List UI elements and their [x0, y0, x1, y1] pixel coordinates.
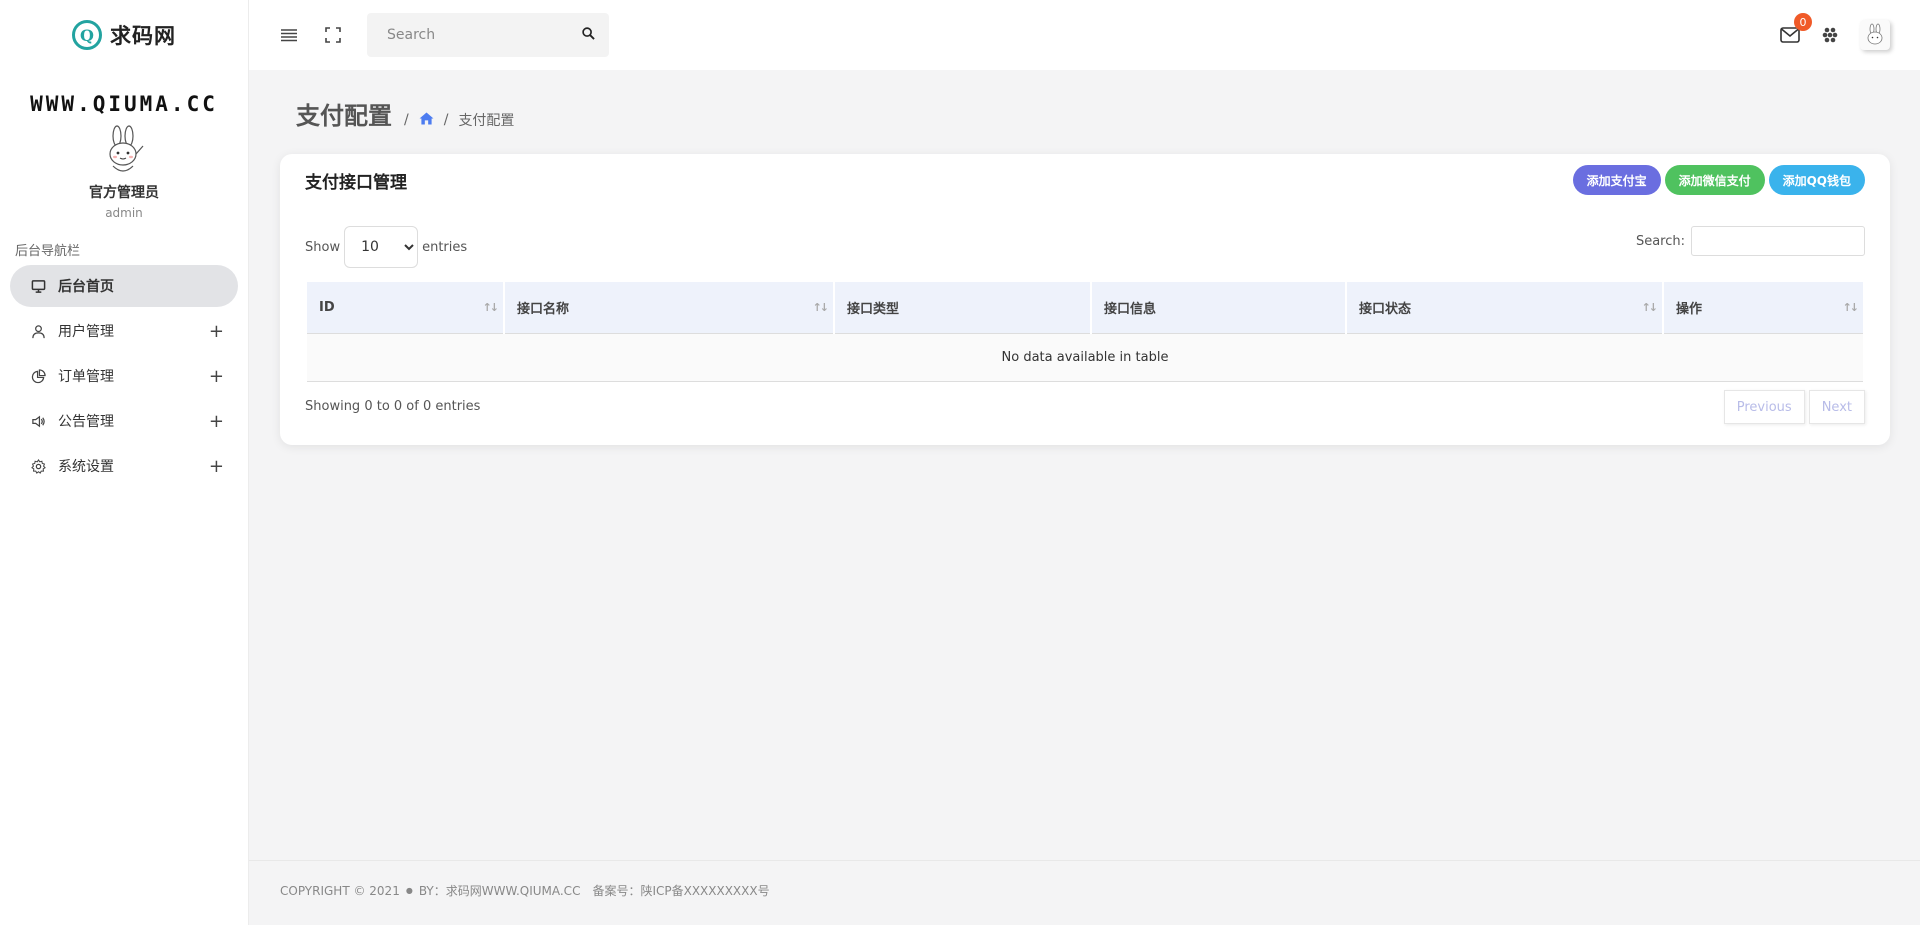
logo-text: 求码网	[110, 24, 176, 48]
gear-icon	[30, 458, 46, 474]
table-info: Showing 0 to 0 of 0 entries	[305, 399, 481, 414]
page-title: 支付配置	[296, 102, 392, 130]
monitor-icon	[30, 278, 46, 294]
next-page-button[interactable]: Next	[1808, 390, 1865, 424]
user-icon	[30, 323, 46, 339]
sidebar-item-announcements[interactable]: 公告管理 +	[10, 400, 238, 442]
fullscreen-icon[interactable]	[323, 25, 343, 45]
plus-icon[interactable]: +	[209, 456, 224, 477]
footer: COPYRIGHT © 2021 ● BY：求码网WWW.QIUMA.CC 备案…	[249, 860, 1920, 920]
search-input[interactable]	[387, 27, 582, 43]
entries-select[interactable]: 10	[344, 226, 419, 268]
add-wechat-pay-button[interactable]: 添加微信支付	[1664, 165, 1765, 195]
empty-table-message: No data available in table	[307, 334, 1863, 382]
column-header-name[interactable]: 接口名称 ↑↓	[505, 282, 833, 334]
mail-icon[interactable]: 0	[1780, 13, 1812, 45]
plus-icon[interactable]: +	[209, 366, 224, 387]
topbar-right: 0	[1780, 0, 1890, 70]
search-icon[interactable]	[582, 26, 595, 44]
add-qq-wallet-button[interactable]: 添加QQ钱包	[1768, 165, 1865, 195]
breadcrumb-separator: /	[404, 112, 409, 128]
speaker-icon	[30, 413, 46, 429]
table-row: No data available in table	[307, 334, 1863, 382]
column-header-type: 接口类型	[835, 282, 1090, 334]
page-header: 支付配置 / / 支付配置	[296, 96, 514, 131]
breadcrumb-current: 支付配置	[458, 113, 515, 129]
mail-badge: 0	[1794, 13, 1812, 31]
profile-avatar-icon	[98, 124, 150, 176]
sidebar-item-orders[interactable]: 订单管理 +	[10, 355, 238, 397]
logo-icon: Q	[72, 20, 102, 50]
card-title: 支付接口管理	[305, 173, 407, 193]
length-entries-label: entries	[422, 239, 468, 255]
column-header-id[interactable]: ID ↑↓	[307, 282, 503, 334]
column-header-actions[interactable]: 操作 ↑↓	[1664, 282, 1863, 334]
sidebar-item-home[interactable]: 后台首页	[10, 265, 238, 307]
home-icon[interactable]	[419, 111, 434, 129]
footer-copyright: COPYRIGHT © 2021	[280, 883, 400, 898]
table-search-input[interactable]	[1691, 226, 1865, 256]
table-search-label: Search:	[1635, 233, 1685, 249]
sidebar-item-label: 系统设置	[58, 459, 114, 475]
profile-role: admin	[105, 206, 143, 220]
footer-by[interactable]: BY：求码网WWW.QIUMA.CC	[419, 882, 581, 899]
add-alipay-button[interactable]: 添加支付宝	[1572, 165, 1661, 195]
previous-page-button[interactable]: Previous	[1723, 390, 1805, 424]
sort-icon: ↑↓	[812, 301, 830, 314]
slack-icon[interactable]	[1820, 25, 1840, 45]
sidebar-item-settings[interactable]: 系统设置 +	[10, 445, 238, 487]
column-header-status[interactable]: 接口状态 ↑↓	[1347, 282, 1662, 334]
menu-icon[interactable]	[279, 25, 299, 45]
sidebar-item-label: 订单管理	[58, 369, 114, 385]
top-search	[367, 13, 609, 57]
footer-dot-icon: ●	[405, 886, 413, 895]
sidebar: Q 求码网 WWW.QIUMA.CC 官方管理员 admin 后台导航栏 后台首…	[0, 0, 249, 925]
column-header-info: 接口信息	[1092, 282, 1345, 334]
payment-table: ID ↑↓ 接口名称 ↑↓ 接口类型 接口信息 接口状态 ↑↓ 操作 ↑↓ No dat…	[305, 282, 1865, 382]
table-search: Search:	[1636, 226, 1865, 256]
plus-icon[interactable]: +	[209, 411, 224, 432]
user-avatar-icon[interactable]	[1860, 20, 1890, 50]
topbar: 0	[249, 0, 1920, 70]
entries-length: Show 10 entries	[305, 226, 467, 268]
profile-name: 官方管理员	[89, 185, 159, 201]
profile: 官方管理员 admin	[0, 124, 248, 220]
breadcrumb: / / 支付配置	[404, 110, 514, 130]
sort-icon: ↑↓	[482, 301, 500, 314]
nav-heading: 后台导航栏	[15, 244, 81, 259]
sidebar-item-label: 后台首页	[58, 279, 114, 295]
sort-icon: ↑↓	[1641, 301, 1659, 314]
sort-icon: ↑↓	[1842, 301, 1860, 314]
plus-icon[interactable]: +	[209, 321, 224, 342]
brand-url: WWW.QIUMA.CC	[30, 92, 218, 116]
footer-icp[interactable]: 备案号：陕ICP备XXXXXXXXX号	[592, 882, 769, 899]
payment-interface-card: 支付接口管理 添加支付宝 添加微信支付 添加QQ钱包 Show 10 entri…	[280, 154, 1890, 445]
length-show-label: Show	[305, 239, 341, 255]
card-actions: 添加支付宝 添加微信支付 添加QQ钱包	[1572, 165, 1865, 195]
sidebar-item-users[interactable]: 用户管理 +	[10, 310, 238, 352]
sidebar-item-label: 用户管理	[58, 324, 114, 340]
pie-chart-icon	[30, 368, 46, 384]
logo[interactable]: Q 求码网	[0, 0, 248, 70]
table-header-row: ID ↑↓ 接口名称 ↑↓ 接口类型 接口信息 接口状态 ↑↓ 操作 ↑↓	[307, 282, 1863, 334]
pagination: Previous Next	[1723, 390, 1865, 424]
sidebar-item-label: 公告管理	[58, 414, 114, 430]
breadcrumb-separator: /	[443, 112, 449, 128]
